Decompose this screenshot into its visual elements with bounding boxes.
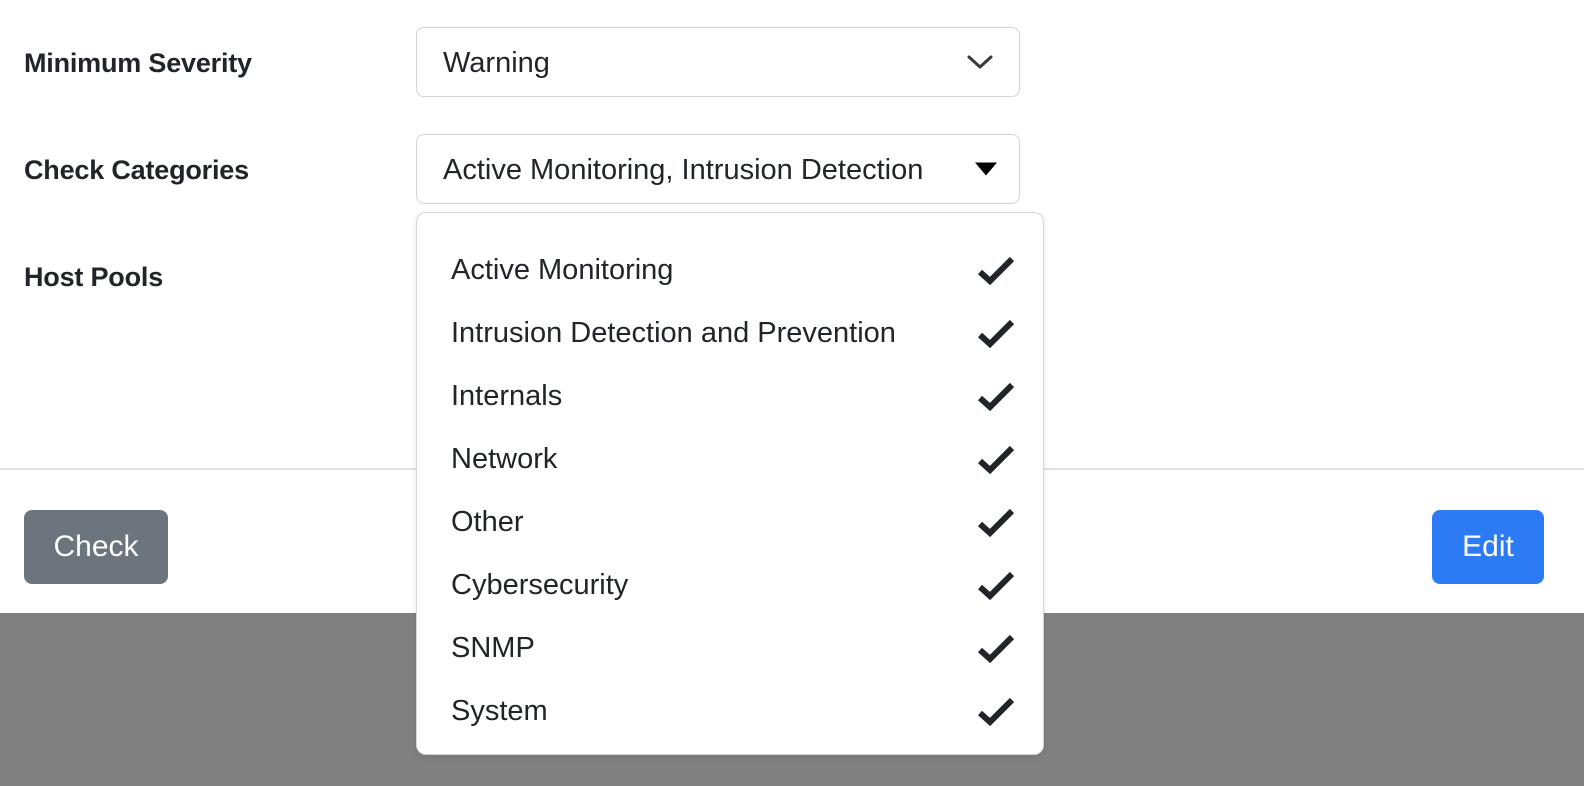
dropdown-item[interactable]: Active Monitoring — [417, 239, 1043, 302]
check-categories-value: Active Monitoring, Intrusion Detection — [443, 154, 924, 186]
dropdown-item-label: System — [451, 695, 548, 727]
minimum-severity-select[interactable]: Warning — [416, 27, 1020, 97]
minimum-severity-value: Warning — [443, 47, 550, 79]
check-icon — [977, 319, 1015, 348]
dropdown-item[interactable]: Other — [417, 491, 1043, 554]
chevron-down-icon — [967, 55, 993, 69]
check-categories-select[interactable]: Active Monitoring, Intrusion Detection — [416, 134, 1020, 204]
dropdown-item-label: Cybersecurity — [451, 569, 629, 601]
dropdown-item[interactable]: Intrusion Detection and Prevention — [417, 302, 1043, 365]
check-categories-label: Check Categories — [24, 155, 249, 185]
dropdown-item[interactable]: Cybersecurity — [417, 554, 1043, 617]
caret-down-icon — [975, 162, 997, 176]
dropdown-item[interactable]: Internals — [417, 365, 1043, 428]
check-categories-dropdown-menu: Active Monitoring Intrusion Detection and… — [416, 212, 1044, 755]
edit-button[interactable]: Edit — [1432, 510, 1544, 584]
dropdown-item-label: Internals — [451, 380, 563, 412]
minimum-severity-label: Minimum Severity — [24, 48, 252, 78]
check-icon — [977, 697, 1015, 726]
dropdown-item[interactable]: System — [417, 680, 1043, 743]
host-pools-label: Host Pools — [24, 262, 164, 292]
check-icon — [977, 634, 1015, 663]
check-icon — [977, 571, 1015, 600]
dropdown-item-label: Network — [451, 443, 558, 475]
check-button[interactable]: Check — [24, 510, 168, 584]
check-icon — [977, 382, 1015, 411]
dropdown-item-label: Active Monitoring — [451, 254, 674, 286]
check-icon — [977, 256, 1015, 285]
check-icon — [977, 445, 1015, 474]
app-window: Minimum Severity Warning Check Categorie… — [0, 0, 1584, 786]
dropdown-item-label: SNMP — [451, 632, 535, 664]
dropdown-item-label: Other — [451, 506, 524, 538]
dropdown-item[interactable]: SNMP — [417, 617, 1043, 680]
dropdown-item[interactable]: Network — [417, 428, 1043, 491]
check-icon — [977, 508, 1015, 537]
dropdown-item-label: Intrusion Detection and Prevention — [451, 317, 896, 349]
